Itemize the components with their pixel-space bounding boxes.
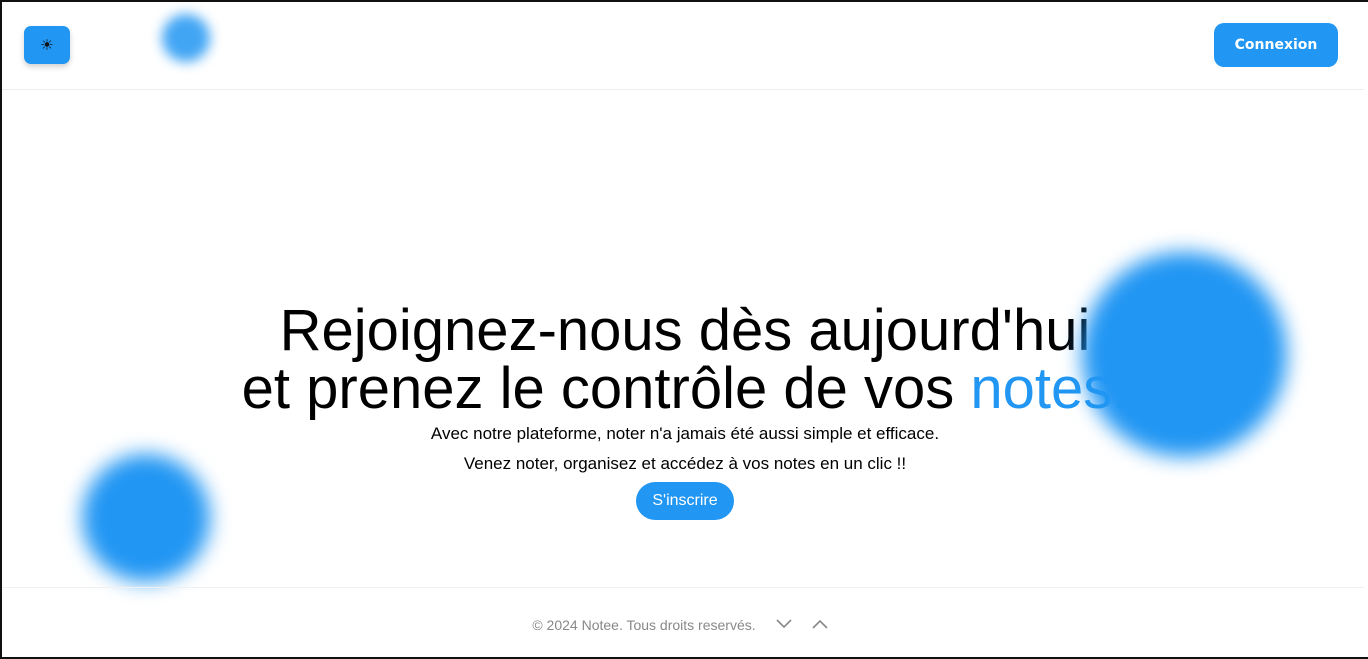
theme-toggle-button[interactable]: ☀ — [24, 26, 70, 64]
chevron-down-icon[interactable] — [771, 614, 797, 634]
signup-button[interactable]: S'inscrire — [636, 482, 734, 520]
decorative-blob-top — [162, 14, 210, 62]
decorative-blob-right — [1082, 252, 1287, 457]
hero-title-line2: et prenez le contrôle de vos — [241, 356, 971, 421]
login-button[interactable]: Connexion — [1214, 23, 1338, 67]
page: ☀ Connexion Rejoignez-nous dès aujourd'h… — [0, 0, 1368, 659]
sun-icon: ☀ — [40, 37, 54, 54]
footer: © 2024 Notee. Tous droits reservés. — [2, 587, 1368, 657]
hero-title-line1: Rejoignez-nous dès aujourd'hui — [279, 298, 1091, 363]
chevron-up-icon[interactable] — [807, 614, 833, 634]
copyright-text: © 2024 Notee. Tous droits reservés. — [532, 616, 756, 633]
